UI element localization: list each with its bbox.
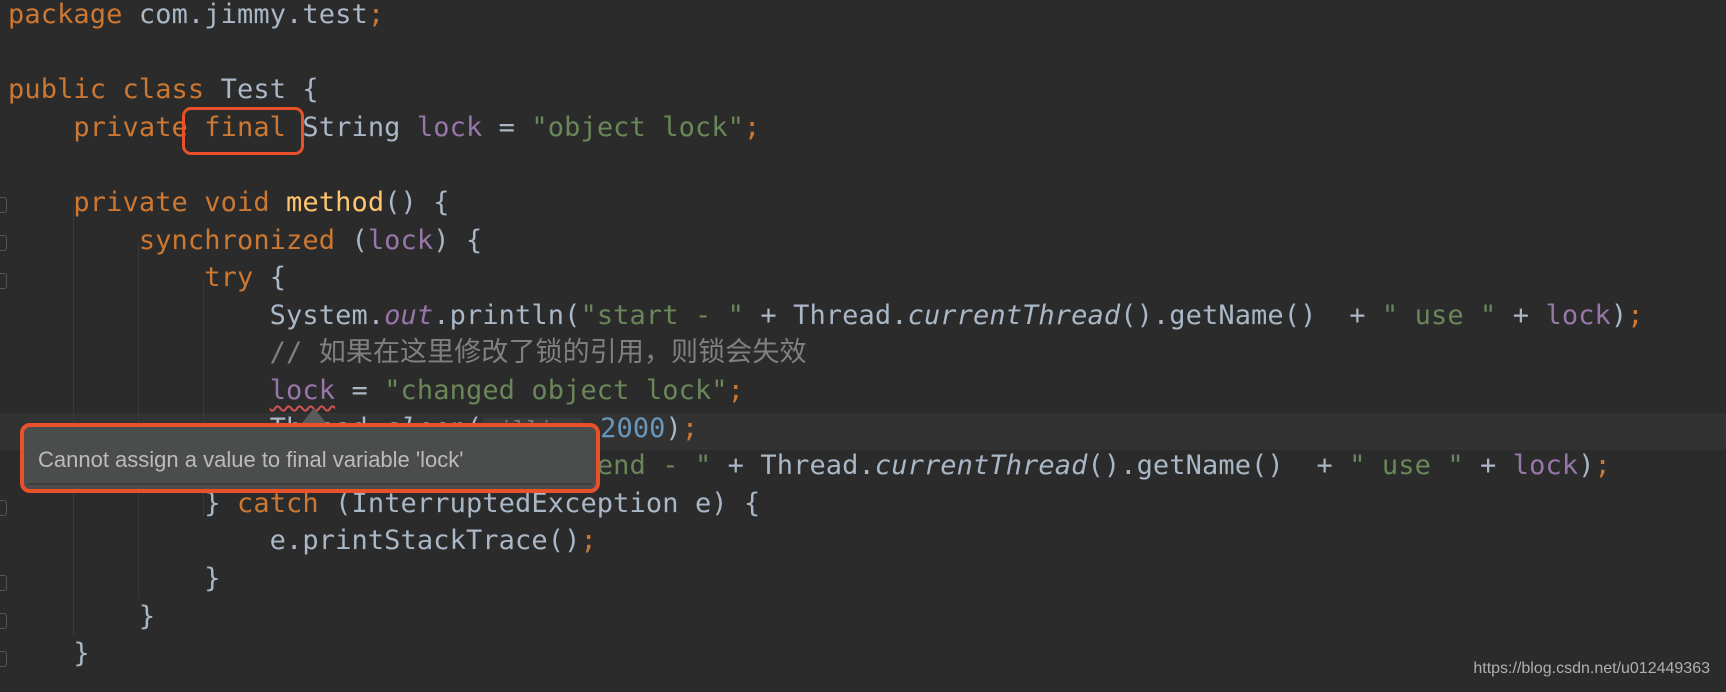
code-token: " use ": [1381, 299, 1497, 331]
code-token: currentThread: [874, 450, 1088, 482]
code-line[interactable]: package com.jimmy.test;: [8, 0, 384, 34]
code-token: }: [8, 563, 221, 594]
fold-marker-icon[interactable]: [0, 651, 7, 667]
code-line[interactable]: e.printStackTrace();: [8, 522, 597, 560]
code-token: =: [335, 375, 385, 406]
code-token: "object lock": [531, 111, 745, 143]
fold-marker-icon[interactable]: [0, 273, 7, 289]
code-token: private void: [8, 187, 287, 218]
code-line[interactable]: }: [8, 635, 90, 673]
code-token: =: [482, 111, 532, 143]
code-editor[interactable]: package com.jimmy.test; public class Test…: [0, 0, 1726, 692]
code-token: ().getName() +: [1120, 299, 1382, 331]
fold-marker-icon[interactable]: [0, 500, 7, 516]
code-token: "start - ": [580, 299, 745, 331]
code-token: synchronized: [8, 224, 352, 256]
code-token: e.printStackTrace(): [8, 525, 581, 557]
fold-marker-icon[interactable]: [0, 613, 7, 629]
code-token: com.jimmy.test: [122, 0, 368, 30]
code-token: {: [269, 262, 287, 294]
code-token: // 如果在这里修改了锁的引用，则锁会失效: [8, 337, 807, 369]
code-token: method: [286, 187, 385, 218]
code-token: currentThread: [907, 299, 1121, 331]
code-token: }: [8, 638, 90, 670]
code-line[interactable]: try {: [8, 259, 286, 297]
error-tooltip-message: Cannot assign a value to final variable …: [38, 447, 464, 472]
code-token: out: [384, 299, 434, 331]
code-token: public class: [8, 74, 221, 106]
code-token: ;: [1594, 450, 1611, 482]
code-token: lock: [1512, 450, 1579, 482]
code-token: lock: [367, 224, 434, 256]
code-token: .println(: [433, 299, 581, 331]
code-line[interactable]: }: [8, 560, 221, 598]
code-token: lock: [416, 111, 483, 143]
code-token: + Thread.: [711, 450, 875, 482]
code-line[interactable]: lock = "changed object lock";: [8, 372, 744, 410]
final-keyword-highlight-box: [182, 107, 304, 155]
code-token: "end - ": [580, 450, 712, 482]
code-token: String: [302, 111, 417, 143]
code-token: }: [8, 600, 156, 632]
code-token: package: [8, 0, 123, 30]
code-line[interactable]: System.out.println("start - " + Thread.c…: [8, 297, 1644, 335]
code-line[interactable]: private final String lock = "object lock…: [8, 109, 760, 147]
code-token: Test {: [220, 74, 319, 106]
code-token: ;: [580, 525, 597, 557]
code-token: (: [351, 224, 368, 256]
code-token: ;: [1627, 299, 1644, 331]
code-token: +: [1463, 450, 1513, 482]
code-line[interactable]: synchronized (lock) {: [8, 222, 482, 260]
code-token: ;: [744, 111, 761, 143]
code-token: ;: [681, 412, 699, 444]
code-line[interactable]: private void method() {: [8, 184, 450, 222]
code-token: ().getName() +: [1087, 450, 1350, 482]
code-token: "changed object lock": [384, 375, 728, 406]
code-token: System.: [8, 299, 385, 331]
code-token: try: [8, 262, 270, 294]
watermark: https://blog.csdn.net/u012449363: [1473, 660, 1710, 677]
code-token: +: [1496, 299, 1546, 331]
code-token: ): [1578, 450, 1595, 482]
code-token: 2000: [600, 412, 666, 444]
fold-marker-icon[interactable]: [0, 197, 7, 213]
code-line[interactable]: // 如果在这里修改了锁的引用，则锁会失效: [8, 334, 807, 372]
code-token: () {: [384, 187, 450, 218]
code-line[interactable]: public class Test {: [8, 71, 319, 109]
fold-marker-icon[interactable]: [0, 235, 7, 251]
code-token: ;: [727, 375, 745, 406]
code-token: ): [665, 412, 682, 444]
code-token: + Thread.: [744, 299, 908, 331]
fold-marker-icon[interactable]: [0, 575, 7, 591]
code-token: ): [1610, 299, 1628, 331]
code-token: " use ": [1349, 450, 1464, 482]
code-token: lock: [269, 375, 336, 406]
tooltip-pointer: [302, 408, 326, 423]
code-token: lock: [1545, 299, 1611, 331]
code-token: ) {: [433, 224, 483, 256]
code-token: ;: [367, 0, 385, 30]
code-line[interactable]: }: [8, 598, 155, 636]
